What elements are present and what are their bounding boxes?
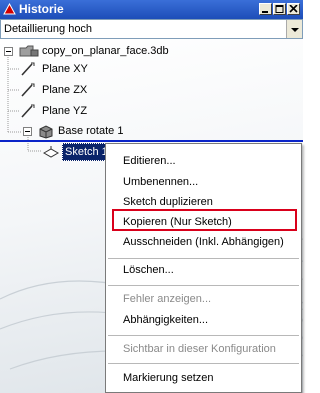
tree-node-label: Base rotate 1: [58, 125, 124, 137]
tree-node-plane-zx[interactable]: Plane ZX: [20, 82, 170, 98]
tree-node-plane-yz[interactable]: Plane YZ: [20, 103, 170, 119]
tree-node-plane-xy[interactable]: Plane XY: [20, 61, 170, 77]
detail-level-dropdown[interactable]: Detaillierung hoch: [0, 19, 303, 39]
menu-item-duplicate-sketch[interactable]: Sketch duplizieren: [123, 194, 213, 210]
insertion-marker-line: [0, 140, 303, 142]
window-title: Historie: [19, 2, 64, 16]
collapse-toggle[interactable]: [23, 127, 32, 136]
tree-node-label: Plane XY: [42, 63, 88, 75]
app-logo-icon: [3, 3, 16, 15]
plane-icon: [21, 104, 35, 118]
context-menu: Editieren... Umbenennen... Sketch dupliz…: [105, 143, 302, 393]
tree-node-base-rotate[interactable]: Base rotate 1: [23, 123, 183, 139]
close-icon: [289, 5, 298, 13]
menu-item-rename[interactable]: Umbenennen...: [123, 174, 198, 190]
menu-item-show-errors: Fehler anzeigen...: [123, 293, 212, 305]
chevron-down-icon: [291, 28, 299, 32]
tree-node-label: Sketch 1: [62, 143, 111, 161]
minimize-button[interactable]: [259, 3, 272, 15]
menu-item-set-marker[interactable]: Markierung setzen: [123, 370, 214, 386]
menu-separator: [108, 335, 299, 336]
menu-item-visible-in-config: Sichtbar in dieser Konfiguration: [123, 343, 276, 355]
plane-icon: [21, 83, 35, 97]
menu-separator: [108, 258, 299, 259]
title-bar: Historie: [0, 0, 303, 19]
tree-node-label: Plane ZX: [42, 84, 88, 96]
detail-level-value: Detaillierung hoch: [4, 23, 93, 35]
maximize-icon: [275, 5, 284, 13]
menu-item-delete[interactable]: Löschen...: [123, 262, 174, 278]
menu-item-edit[interactable]: Editieren...: [123, 153, 176, 169]
tree-node-label: copy_on_planar_face.3db: [42, 45, 169, 57]
close-button[interactable]: [287, 3, 300, 15]
menu-separator: [108, 285, 299, 286]
sketch-icon: [42, 146, 60, 158]
highlight-box: [112, 209, 297, 231]
menu-separator: [108, 363, 299, 364]
plane-icon: [21, 62, 35, 76]
menu-item-cut-with-dependents[interactable]: Ausschneiden (Inkl. Abhängigen): [123, 234, 284, 250]
dropdown-arrow-button[interactable]: [286, 20, 302, 38]
solid-body-icon: [39, 125, 53, 139]
tree-node-label: Plane YZ: [42, 105, 88, 117]
menu-item-dependencies[interactable]: Abhängigkeiten...: [123, 312, 208, 328]
minimize-icon: [262, 11, 268, 13]
maximize-button[interactable]: [273, 3, 286, 15]
